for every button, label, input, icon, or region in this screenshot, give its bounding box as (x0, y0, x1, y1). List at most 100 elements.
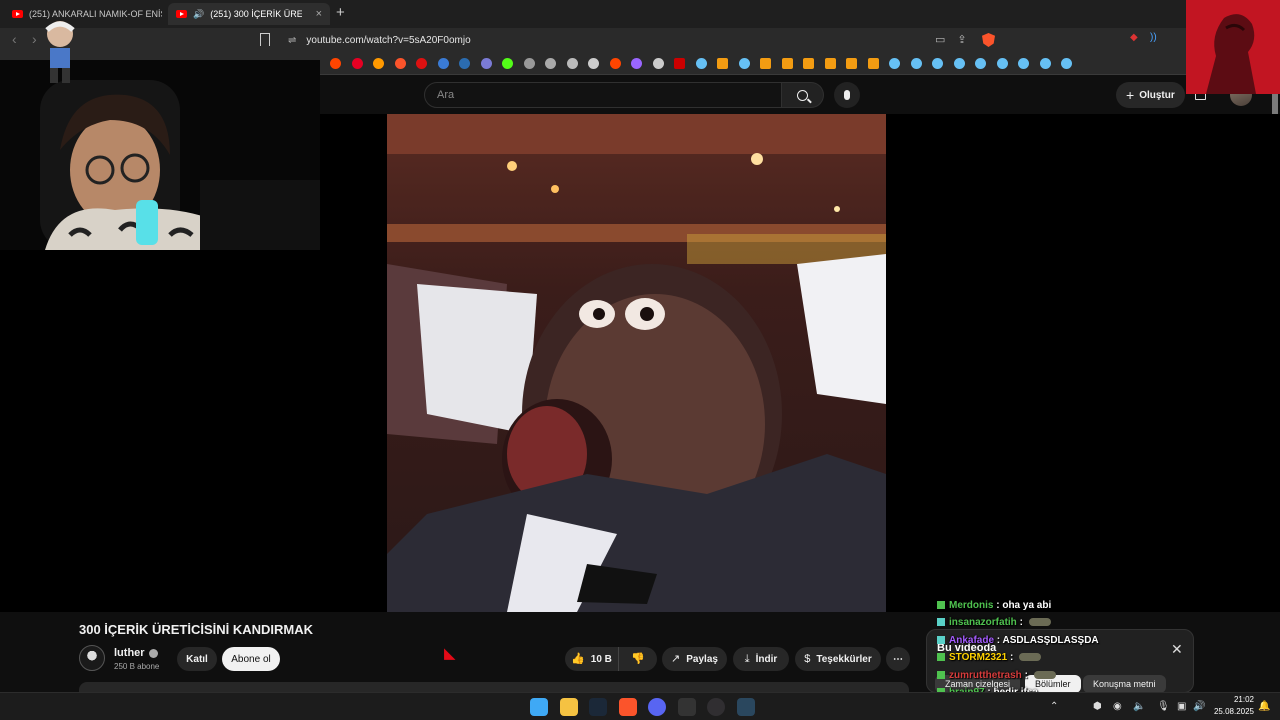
bookmark-steam3-icon[interactable] (889, 58, 900, 69)
verified-icon (148, 648, 158, 658)
bookmark-steam8-icon[interactable] (996, 58, 1008, 69)
tray-mic-icon[interactable]: 🎙 (1157, 701, 1170, 712)
bookmark-orange4-icon[interactable] (803, 58, 814, 69)
download-button[interactable]: ⤓ İndir (733, 647, 789, 671)
subscribe-label: Abone ol (231, 653, 271, 665)
join-button[interactable]: Katıl (177, 647, 217, 671)
discord-icon[interactable] (648, 698, 666, 716)
more-actions-button[interactable]: ⋯ (886, 647, 910, 671)
chat-username: Ankafade (949, 635, 995, 646)
search-input[interactable]: Ara (424, 82, 782, 108)
bookmark-orange7-icon[interactable] (867, 58, 879, 69)
bookmark-steam-icon[interactable] (695, 58, 707, 69)
bookmark-steam4-icon[interactable] (910, 58, 922, 69)
bookmark-steam11-icon[interactable] (1061, 58, 1072, 69)
share-icon[interactable]: ⇪ (957, 33, 966, 46)
video-player[interactable] (387, 114, 886, 612)
create-button[interactable]: + Oluştur (1116, 82, 1185, 108)
chat-separator: : (994, 635, 1003, 646)
bookmark-steam5-icon[interactable] (932, 58, 943, 69)
notification-icon[interactable]: 🔔 (1258, 701, 1270, 712)
steam-alt-icon[interactable] (736, 698, 755, 716)
bookmark-globe-icon[interactable] (480, 58, 492, 69)
bookmark-blue-icon[interactable] (437, 58, 449, 69)
voice-search-button[interactable] (834, 82, 860, 108)
like-button[interactable]: 👍 10 B (565, 647, 619, 671)
bookmark-orange3-icon[interactable] (781, 58, 793, 69)
bookmark-globe5-icon[interactable] (631, 58, 642, 69)
like-count: 10 B (590, 653, 612, 665)
thanks-icon: $ (804, 652, 811, 665)
bookmark-orange5-icon[interactable] (824, 58, 836, 69)
bookmark-reddit-icon[interactable] (330, 58, 341, 69)
new-tab-button[interactable]: + (336, 4, 345, 21)
bookmark-globe2-icon[interactable] (523, 58, 535, 69)
channel-avatar[interactable] (79, 645, 105, 671)
bookmark-orange2-icon[interactable] (760, 58, 771, 69)
forward-icon[interactable]: › (32, 31, 37, 47)
chat-message: STORM2321 : (937, 652, 1042, 663)
bookmark-gpt-icon[interactable] (609, 58, 621, 69)
obs-icon[interactable] (707, 698, 725, 716)
url-field[interactable]: ⇌ youtube.com/watch?v=5sA20F0omjo (280, 30, 1000, 51)
chip-transcript[interactable]: Konuşma metni (1083, 675, 1166, 693)
bookmark-amazon-icon[interactable] (373, 58, 384, 69)
bookmark-icon[interactable] (260, 33, 270, 46)
bookmark-reddit2-icon[interactable] (588, 58, 599, 69)
youtube-favicon-icon (12, 10, 23, 18)
cast-icon[interactable]: ▭ (935, 33, 945, 46)
bookmark-steam7-icon[interactable] (975, 58, 986, 69)
steam-icon[interactable] (589, 698, 607, 716)
bookmark-orange6-icon[interactable] (846, 58, 857, 69)
bookmark-steam9-icon[interactable] (1018, 58, 1029, 69)
bookmark-steam2-icon[interactable] (738, 58, 750, 69)
site-settings-icon[interactable]: ⇌ (288, 35, 296, 46)
more-icon: ⋯ (893, 653, 903, 665)
dislike-button[interactable]: 👎 (619, 647, 657, 671)
tray-steam-icon[interactable]: ◉ (1113, 701, 1122, 712)
bookmark-orange-icon[interactable] (717, 58, 728, 69)
channel-name[interactable]: luther (114, 647, 145, 659)
tray-volume-icon[interactable]: 🔈 (1133, 701, 1145, 712)
tray-network-icon[interactable]: ▣ (1177, 701, 1186, 712)
epic-games-icon[interactable] (677, 698, 696, 716)
channel-name-row[interactable]: luther (114, 647, 158, 659)
extension-icon[interactable]: ◆ (1130, 32, 1138, 43)
bookmark-brave-icon[interactable] (394, 58, 406, 69)
tab-current-video[interactable]: 🔊 (251) 300 İÇERİK ÜRETİCİSİNİ × (168, 3, 330, 25)
tray-speaker-icon[interactable]: 🔊 (1193, 701, 1205, 712)
back-icon[interactable]: ‹ (12, 31, 17, 47)
bookmark-hbl-icon[interactable] (459, 58, 470, 69)
bookmark-pinterest-icon[interactable] (351, 58, 363, 69)
bookmark-red2-icon[interactable] (652, 58, 664, 69)
bookmark-kick-icon[interactable] (502, 58, 513, 69)
bookmark-steam10-icon[interactable] (1039, 58, 1051, 69)
tab-ankarali[interactable]: (251) ANKARALI NAMIK-OF ENİŞTE (4, 3, 162, 25)
share-button[interactable]: ↗ Paylaş (662, 647, 727, 671)
tray-overflow-icon[interactable]: ⌃ (1050, 701, 1058, 712)
chip-label: Konuşma metni (1093, 679, 1156, 689)
close-tab-icon[interactable]: × (316, 8, 322, 20)
bookmark-globe4-icon[interactable] (566, 58, 578, 69)
file-explorer-icon[interactable] (559, 698, 578, 716)
chat-badge-icon (937, 671, 945, 680)
youtube-favicon-icon (176, 10, 187, 18)
search-button[interactable] (782, 82, 824, 108)
subscribe-button[interactable]: Abone ol (222, 647, 280, 671)
bookmark-red-icon[interactable] (416, 58, 427, 69)
bookmark-globe3-icon[interactable] (545, 58, 556, 69)
broadcast-extension-icon[interactable]: )) (1150, 32, 1157, 43)
description-box[interactable] (79, 682, 909, 692)
address-bar-row: ‹ › ⇌ youtube.com/watch?v=5sA20F0omjo ▭ … (0, 28, 1280, 53)
thanks-button[interactable]: $ Teşekkürler (795, 647, 881, 671)
chat-message: Ankafade : ASDLASŞDLASŞDA (937, 635, 1099, 646)
like-icon: 👍 (571, 652, 585, 665)
close-icon[interactable]: ✕ (1171, 641, 1183, 658)
webcam-image (0, 60, 320, 250)
windows-start-icon[interactable] (530, 698, 548, 716)
brave-icon[interactable] (618, 698, 637, 716)
system-clock[interactable]: 21:02 25.08.2025 (1212, 694, 1254, 718)
bookmark-folder-icon[interactable] (674, 58, 685, 69)
tray-app-icon[interactable]: ⬢ (1093, 701, 1102, 712)
bookmark-steam6-icon[interactable] (953, 58, 965, 69)
